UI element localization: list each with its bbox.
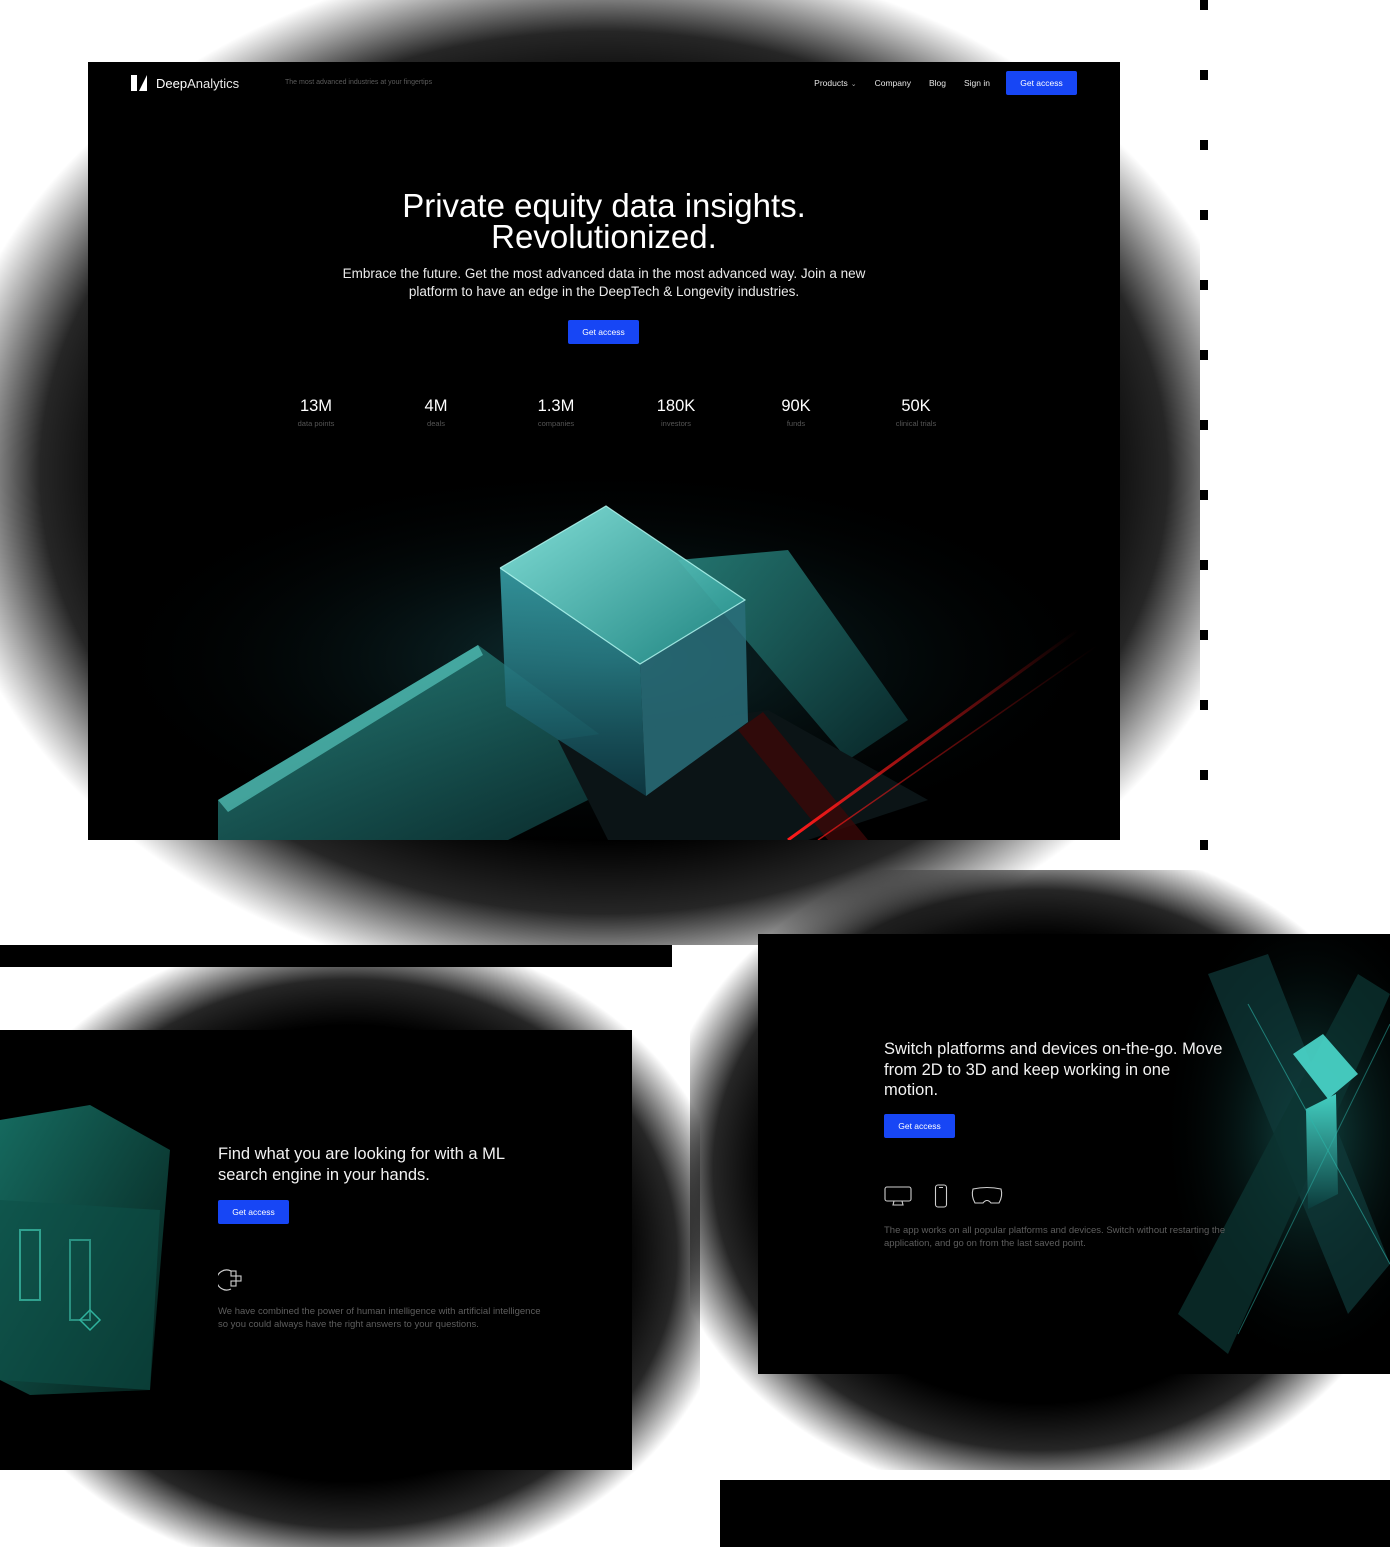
hero-get-access-button[interactable]: Get access [568,320,639,344]
nav-company[interactable]: Company [875,78,911,88]
stat-item: 90K funds [781,397,811,428]
top-nav: DeepAnalytics The most advanced industri… [88,62,1120,104]
bottom-bar [720,1480,1390,1547]
nav-sign-in[interactable]: Sign in [964,78,990,88]
phone-icon [934,1184,948,1208]
logo[interactable]: DeepAnalytics [130,74,239,92]
device-icons-row [884,1184,1004,1208]
hero-title: Private equity data insights. Revolutioni… [402,187,806,255]
chevron-down-icon: ⌄ [850,81,857,88]
devices-section-title: Switch platforms and devices on-the-go. … [884,1040,1223,1099]
nav-links: Products ⌄ Company Blog Sign in [814,78,990,88]
brand-name: DeepAnalytics [156,75,240,91]
nav-products[interactable]: Products ⌄ [814,78,856,88]
landing-page-screen: DeepAnalytics The most advanced industri… [88,62,1120,840]
showcase-canvas: DeepAnalytics The most advanced industri… [0,0,1390,1547]
hero-subtitle: Embrace the future. Get the most advance… [342,266,866,299]
logo-icon [131,75,147,91]
brain-circuit-icon [218,1269,242,1291]
stat-item: 4M deals [424,397,448,428]
crossed-prisms-illustration [1118,934,1390,1374]
cross-platform-screen: Switch platforms and devices on-the-go. … [758,934,1390,1374]
devices-section-description: The app works on all popular platforms a… [884,1225,1226,1249]
stat-item: 13M data points [297,397,335,428]
devices-get-access-button[interactable]: Get access [884,1114,955,1138]
ml-search-screen: Find what you are looking for with a ML … [0,1030,632,1470]
stat-item: 1.3M companies [537,397,575,428]
search-section-description: We have combined the power of human inte… [218,1306,541,1330]
hero-3d-blocks-illustration [88,440,1120,840]
brand-tagline: The most advanced industries at your fin… [285,79,433,86]
nav-blog[interactable]: Blog [929,78,946,88]
search-section-title: Find what you are looking for with a ML … [218,1145,505,1184]
vr-headset-icon [971,1186,1003,1204]
nav-get-access-button[interactable]: Get access [1006,71,1077,95]
stat-item: 50K clinical trials [895,397,937,428]
search-cube-illustration [0,1105,170,1395]
desktop-icon [884,1186,912,1206]
search-get-access-button[interactable]: Get access [218,1200,289,1224]
stats-row: 13M data points 4M deals 1.3M companies 180… [271,396,961,428]
edge-stripe [1200,0,1208,870]
stat-item: 180K investors [656,397,696,428]
